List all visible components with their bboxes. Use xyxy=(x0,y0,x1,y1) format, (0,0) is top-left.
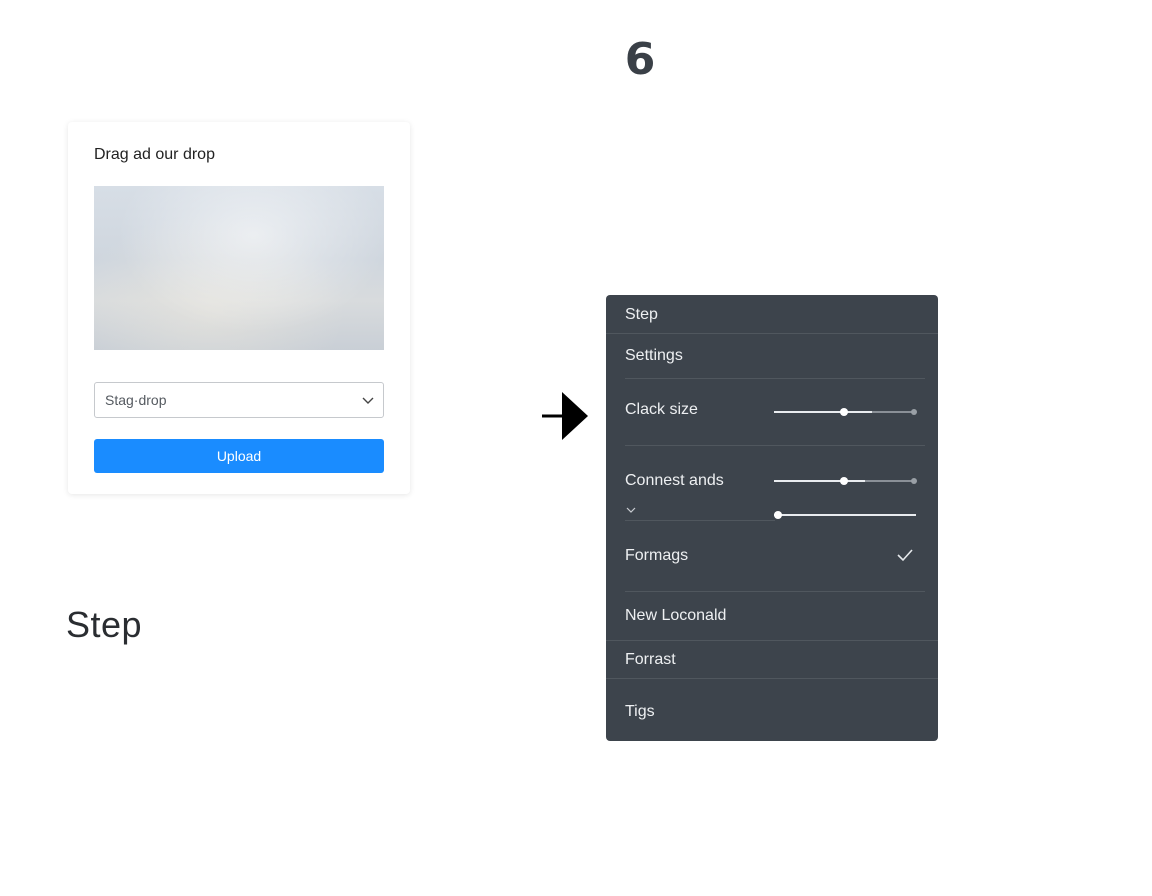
forrast-label: Forrast xyxy=(625,651,676,668)
connest-ands-label: Connest ands xyxy=(625,472,724,489)
slider-end-dot xyxy=(911,409,917,415)
card-title: Drag ad our drop xyxy=(94,146,215,163)
arrow-right-icon xyxy=(542,390,590,442)
slider-end-dot xyxy=(911,478,917,484)
slider-track xyxy=(774,514,916,516)
stage-select[interactable]: Stag·drop xyxy=(94,382,384,418)
clack-size-row: Clack size xyxy=(606,379,938,445)
tigs-label: Tigs xyxy=(625,703,655,720)
slider-thumb[interactable] xyxy=(774,511,783,519)
drop-zone[interactable] xyxy=(94,186,384,350)
upload-card: Drag ad our drop Stag·drop Upload xyxy=(68,122,410,494)
chevron-down-icon xyxy=(353,383,383,417)
slider-thumb[interactable] xyxy=(840,408,848,416)
page: 6 Drag ad our drop Stag·drop Upload Step… xyxy=(0,0,1152,896)
slider-track xyxy=(774,411,872,413)
forrast-row[interactable]: Forrast xyxy=(606,641,938,678)
clack-size-slider[interactable] xyxy=(774,407,917,417)
select-value: Stag·drop xyxy=(105,392,167,408)
connest-ands-row: Connest ands xyxy=(606,446,938,520)
settings-label: Settings xyxy=(625,347,683,364)
slider-track-rest xyxy=(865,480,914,482)
settings-panel: Step Settings Clack size Connest ands Fo… xyxy=(606,295,938,741)
clack-size-label: Clack size xyxy=(625,401,698,418)
checkmark-icon xyxy=(896,547,914,568)
tigs-row[interactable]: Tigs xyxy=(606,679,938,741)
step-caption: Step xyxy=(66,604,143,645)
panel-header-label: Step xyxy=(625,306,658,323)
chevron-down-icon[interactable] xyxy=(625,502,637,520)
new-loconald-label: New Loconald xyxy=(625,607,727,624)
new-loconald-row[interactable]: New Loconald xyxy=(606,592,938,640)
panel-header: Step xyxy=(606,295,938,333)
slider-track xyxy=(774,480,865,482)
connest-ands-slider[interactable] xyxy=(774,476,917,486)
slider-track-rest xyxy=(872,411,914,413)
slider-thumb[interactable] xyxy=(840,477,848,485)
settings-row[interactable]: Settings xyxy=(606,334,938,378)
formags-row[interactable]: Formags xyxy=(606,521,938,591)
step-number: 6 xyxy=(624,34,656,85)
formags-label: Formags xyxy=(625,547,689,564)
upload-button[interactable]: Upload xyxy=(94,439,384,473)
extra-slider[interactable] xyxy=(774,510,916,520)
